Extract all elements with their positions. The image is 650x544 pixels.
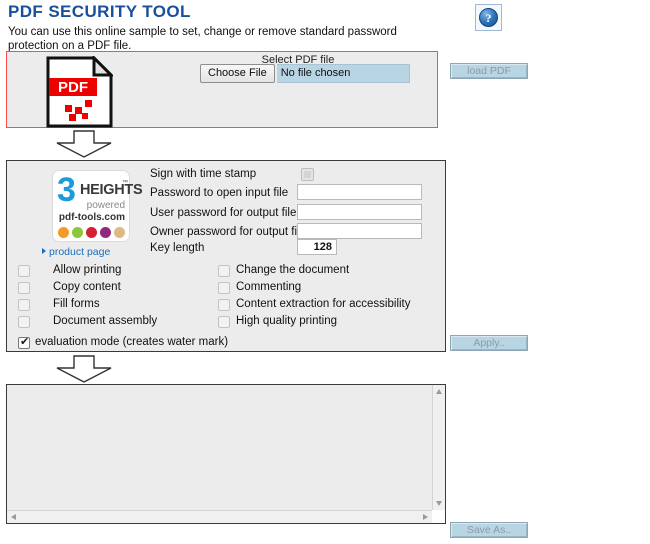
- logo-dot-4: [100, 227, 111, 238]
- choose-file-button[interactable]: Choose File: [200, 64, 275, 83]
- scroll-up-arrow-icon[interactable]: [436, 389, 442, 394]
- user-password-field[interactable]: [297, 204, 422, 220]
- content-extraction-checkbox[interactable]: [218, 299, 230, 311]
- fill-forms-checkbox[interactable]: [18, 299, 30, 311]
- change-document-checkbox[interactable]: [218, 265, 230, 277]
- user-password-label: User password for output file: [150, 207, 297, 219]
- evaluation-mode-checkbox[interactable]: [18, 336, 30, 349]
- scroll-right-arrow-icon[interactable]: [423, 514, 428, 520]
- logo-trademark-icon: ™: [122, 180, 128, 186]
- high-quality-printing-checkbox[interactable]: [218, 316, 230, 328]
- page-title: PDF SECURITY TOOL: [8, 2, 191, 21]
- logo-dot-1: [58, 227, 69, 238]
- logo-dot-3: [86, 227, 97, 238]
- product-page-link[interactable]: product page: [42, 246, 110, 258]
- output-textarea[interactable]: [7, 385, 445, 523]
- chosen-file-name: No file chosen: [276, 64, 410, 83]
- sign-with-timestamp-label: Sign with time stamp: [150, 168, 257, 180]
- logo-wordmark: HEIGHTS: [80, 182, 143, 198]
- allow-printing-label: Allow printing: [53, 264, 122, 276]
- scroll-left-arrow-icon[interactable]: [11, 514, 16, 520]
- help-button[interactable]: ?: [475, 4, 502, 31]
- pdf-security-tool-page: PDF SECURITY TOOL You can use this onlin…: [0, 0, 650, 544]
- pdf-document-icon: PDF: [46, 56, 113, 128]
- change-document-label: Change the document: [236, 264, 350, 276]
- document-assembly-label: Document assembly: [53, 315, 158, 327]
- fill-forms-label: Fill forms: [53, 298, 100, 310]
- triangle-bullet-icon: [42, 248, 46, 254]
- logo-dot-5: [114, 227, 125, 238]
- flow-arrow-down-icon: [56, 130, 112, 158]
- password-open-input-field[interactable]: [297, 184, 422, 200]
- page-intro-text: You can use this online sample to set, c…: [8, 26, 397, 52]
- high-quality-printing-label: High quality printing: [236, 315, 338, 327]
- three-heights-logo: 3 HEIGHTS ™ powered pdf-tools.com: [52, 170, 143, 242]
- owner-password-field[interactable]: [297, 223, 422, 239]
- password-open-input-label: Password to open input file: [150, 187, 289, 199]
- owner-password-label: Owner password for output file: [150, 226, 306, 238]
- logo-color-dots: [58, 227, 125, 238]
- apply-button[interactable]: Apply..: [450, 335, 528, 351]
- copy-content-label: Copy content: [53, 281, 121, 293]
- file-picker[interactable]: Choose File No file chosen: [200, 64, 410, 83]
- help-circle-icon: ?: [479, 8, 498, 27]
- key-length-field[interactable]: [297, 239, 337, 255]
- sign-with-timestamp-checkbox[interactable]: [301, 168, 314, 181]
- logo-powered-text: powered: [86, 200, 125, 211]
- content-extraction-label: Content extraction for accessibility: [236, 298, 411, 310]
- logo-dot-2: [72, 227, 83, 238]
- commenting-label: Commenting: [236, 281, 302, 293]
- product-page-link-label: product page: [49, 246, 111, 258]
- copy-content-checkbox[interactable]: [18, 282, 30, 294]
- document-assembly-checkbox[interactable]: [18, 316, 30, 328]
- allow-printing-checkbox[interactable]: [18, 265, 30, 277]
- load-pdf-button[interactable]: load PDF: [450, 63, 528, 79]
- output-vertical-scrollbar[interactable]: [432, 385, 445, 510]
- svg-text:PDF: PDF: [58, 79, 88, 96]
- output-horizontal-scrollbar[interactable]: [7, 510, 432, 523]
- commenting-checkbox[interactable]: [218, 282, 230, 294]
- save-as-button[interactable]: Save As..: [450, 522, 528, 538]
- scrollbar-corner: [432, 510, 445, 523]
- flow-arrow-down-icon-2: [56, 355, 112, 383]
- logo-domain-text: pdf-tools.com: [58, 212, 125, 223]
- evaluation-mode-label: evaluation mode (creates water mark): [35, 336, 229, 348]
- scroll-down-arrow-icon[interactable]: [436, 501, 442, 506]
- key-length-label: Key length: [150, 242, 205, 254]
